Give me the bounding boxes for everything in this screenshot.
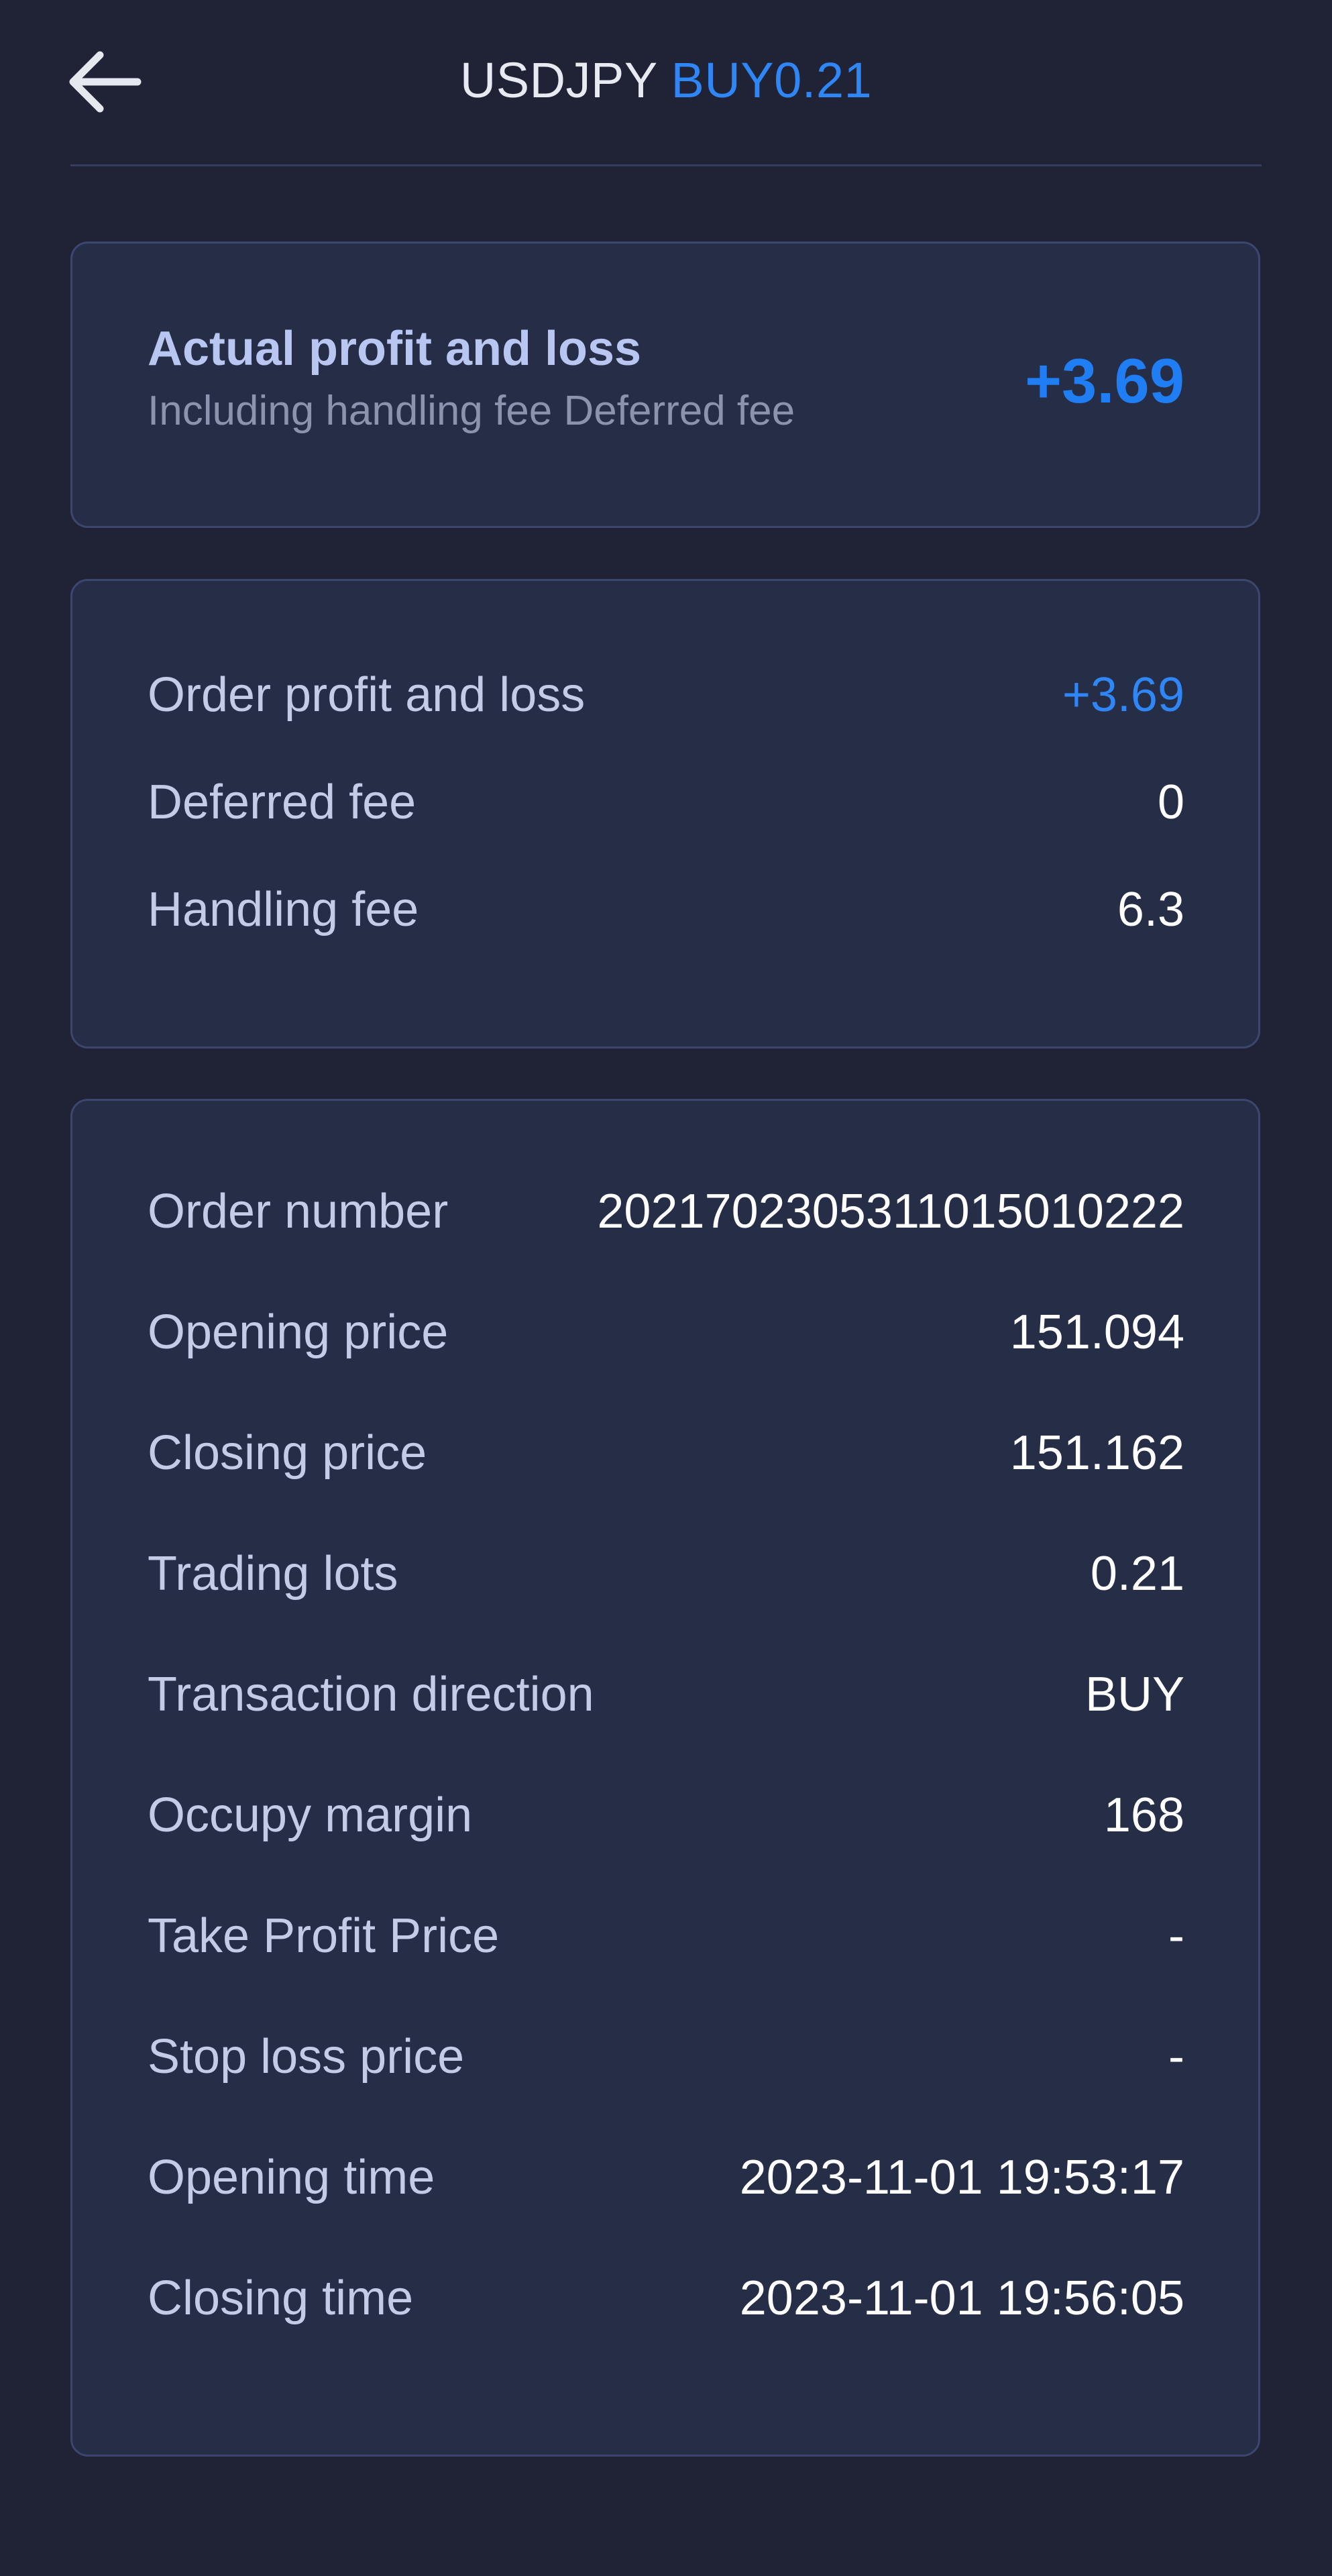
title-direction-lots: BUY0.21: [671, 52, 873, 108]
detail-value: 2023-11-01 19:53:17: [739, 2151, 1184, 2204]
detail-value: -: [1168, 2030, 1184, 2084]
title-symbol: USDJPY: [459, 52, 657, 108]
fee-value: 6.3: [1117, 883, 1184, 936]
fees-card: Order profit and loss +3.69 Deferred fee…: [70, 579, 1260, 1049]
detail-label: Take Profit Price: [148, 1909, 500, 1963]
actual-pl-subtitle: Including handling fee Deferred fee: [148, 388, 795, 434]
actual-pl-card: Actual profit and loss Including handlin…: [70, 241, 1260, 528]
detail-row-take-profit: Take Profit Price -: [148, 1904, 1184, 1968]
page-title: USDJPY BUY0.21: [0, 50, 1332, 111]
detail-value: 0.21: [1090, 1547, 1184, 1601]
actual-pl-title: Actual profit and loss: [148, 322, 642, 376]
detail-value: -: [1168, 1909, 1184, 1963]
detail-row-margin: Occupy margin 168: [148, 1783, 1184, 1847]
fee-value: +3.69: [1062, 668, 1184, 722]
actual-pl-value: +3.69: [1025, 345, 1184, 416]
fee-row-order-pl: Order profit and loss +3.69: [148, 663, 1184, 727]
detail-row-opening-price: Opening price 151.094: [148, 1300, 1184, 1364]
detail-value: 168: [1103, 1788, 1184, 1842]
detail-row-order-number: Order number 2021702305311015010222: [148, 1179, 1184, 1244]
detail-label: Stop loss price: [148, 2030, 465, 2084]
detail-row-stop-loss: Stop loss price -: [148, 2025, 1184, 2089]
fee-value: 0: [1157, 775, 1184, 829]
detail-row-closing-time: Closing time 2023-11-01 19:56:05: [148, 2266, 1184, 2330]
fee-label: Handling fee: [148, 883, 419, 936]
detail-value: BUY: [1085, 1668, 1184, 1721]
fee-label: Deferred fee: [148, 775, 417, 829]
header-bar: USDJPY BUY0.21: [0, 0, 1332, 166]
detail-value: 151.162: [1009, 1426, 1184, 1480]
detail-row-direction: Transaction direction BUY: [148, 1662, 1184, 1727]
detail-label: Transaction direction: [148, 1668, 594, 1721]
detail-row-opening-time: Opening time 2023-11-01 19:53:17: [148, 2145, 1184, 2210]
fee-row-deferred: Deferred fee 0: [148, 770, 1184, 835]
detail-row-trading-lots: Trading lots 0.21: [148, 1542, 1184, 1606]
detail-label: Closing price: [148, 1426, 427, 1480]
detail-label: Closing time: [148, 2271, 414, 2325]
detail-label: Occupy margin: [148, 1788, 473, 1842]
detail-label: Opening time: [148, 2151, 435, 2204]
detail-label: Trading lots: [148, 1547, 398, 1601]
detail-row-closing-price: Closing price 151.162: [148, 1421, 1184, 1485]
detail-label: Order number: [148, 1185, 449, 1238]
order-details-card: Order number 2021702305311015010222 Open…: [70, 1099, 1260, 2457]
fee-row-handling: Handling fee 6.3: [148, 877, 1184, 942]
detail-label: Opening price: [148, 1305, 449, 1359]
detail-value: 151.094: [1009, 1305, 1184, 1359]
detail-value: 2023-11-01 19:56:05: [739, 2271, 1184, 2325]
header-divider: [70, 164, 1262, 166]
detail-value: 2021702305311015010222: [597, 1185, 1184, 1238]
fee-label: Order profit and loss: [148, 668, 586, 722]
